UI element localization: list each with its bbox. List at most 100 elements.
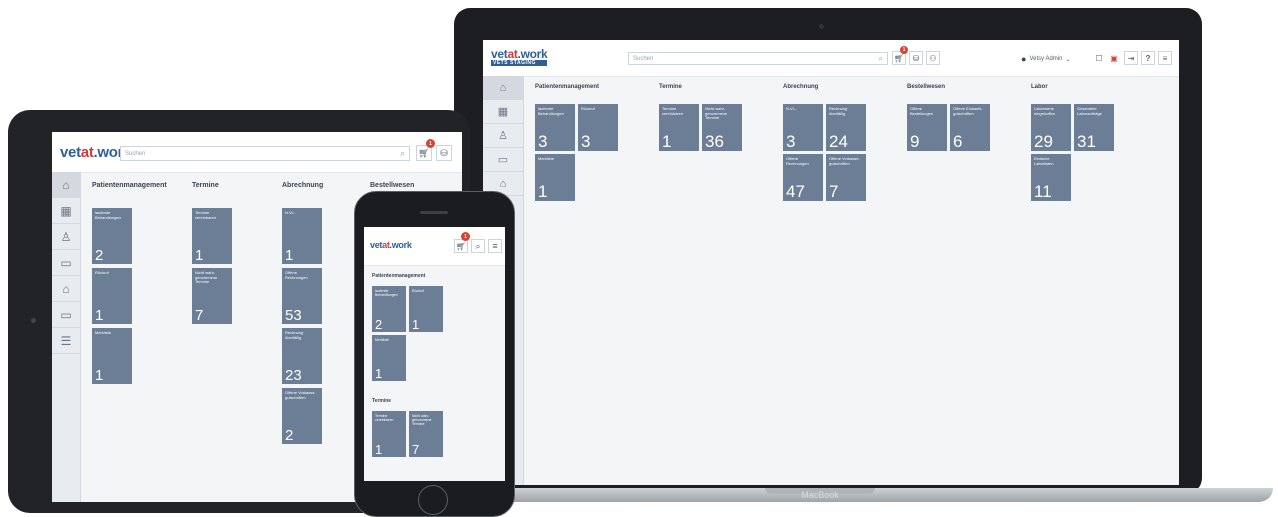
dashboard-tile[interactable]: Termine vereinbaren 1 xyxy=(659,104,699,151)
tile-label: Rückruf xyxy=(581,106,595,111)
users-icon: ♙ xyxy=(498,130,508,142)
laptop-menu-button[interactable]: ≡ xyxy=(1158,51,1172,65)
tile-label: laufende Behandlungen xyxy=(95,210,121,220)
dashboard-tile[interactable]: N.V.L. 1 xyxy=(282,208,322,264)
calendar-icon: ▦ xyxy=(60,203,72,218)
column-title: Bestellwesen xyxy=(907,84,946,90)
sidebar-item-users[interactable]: ♙ xyxy=(483,124,523,148)
laptop-dashboard: Patientenmanagement laufende Behandlungen… xyxy=(523,76,1179,485)
tile-label: Termine vereinbaren xyxy=(662,106,684,116)
tile-count: 1 xyxy=(285,247,294,264)
dashboard-tile[interactable]: Offene Bestellungen 9 xyxy=(907,104,947,151)
phone-search-button[interactable]: ⌕ xyxy=(471,239,485,253)
laptop-basket-button[interactable]: ⛁ xyxy=(909,51,923,65)
section-title: Patientenmanagement xyxy=(372,273,426,279)
phone-logo[interactable]: vetat.work xyxy=(370,240,412,250)
dashboard-tile[interactable]: Merkliste 1 xyxy=(535,154,575,201)
dashboard-tile[interactable]: Rechnung überfällig 23 xyxy=(282,328,322,384)
laptop-help-button[interactable]: ? xyxy=(1141,51,1155,65)
laptop-search-input[interactable]: Suchen ⌕ xyxy=(628,52,888,65)
tile-label: Termine vereinbaren xyxy=(375,414,394,423)
sidebar-item-folder[interactable]: ▭ xyxy=(52,302,80,328)
folder-icon: ▭ xyxy=(60,255,72,270)
laptop-notification-button[interactable]: ▣ xyxy=(1107,51,1121,65)
dashboard-tile[interactable]: laufende Behandlungen 3 xyxy=(535,104,575,151)
dashboard-tile[interactable]: Offene Rechnungen 47 xyxy=(783,154,823,201)
tablet-cart-button[interactable]: 🛒︎ 1 xyxy=(416,139,435,161)
search-icon[interactable]: ⌕ xyxy=(400,148,405,159)
tile-label: Offene Vorkasse-gutschriften xyxy=(829,156,860,166)
dashboard-tile[interactable]: Rückruf 1 xyxy=(409,286,443,332)
laptop-user-menu[interactable]: ● Vetsy Admin ⌄ xyxy=(1021,54,1071,64)
sidebar-item-folder[interactable]: ▭ xyxy=(52,250,80,276)
dashboard-tile[interactable]: Nicht wahr-genommene Termine 7 xyxy=(409,411,443,457)
tile-label: Offene Vorkasse-gutschriften xyxy=(285,390,316,400)
dashboard-tile[interactable]: Rückruf 3 xyxy=(578,104,618,151)
menu-icon: ≡ xyxy=(1162,53,1168,63)
sidebar-item-users[interactable]: ♙ xyxy=(52,224,80,250)
menu-icon: ≡ xyxy=(492,241,498,251)
laptop-user-add-button[interactable]: ⚇ xyxy=(926,51,940,65)
sidebar-item-house[interactable]: ⌂ xyxy=(52,276,80,302)
tablet-search-input[interactable]: Suchen ⌕ xyxy=(120,146,410,161)
laptop-logo[interactable]: vetat.work VETS STAGING xyxy=(491,47,548,66)
tile-count: 3 xyxy=(538,132,548,151)
tablet-header: vetat.work Suchen ⌕ 🛒︎ 1 ⛁ xyxy=(52,132,462,173)
dashboard-tile[interactable]: Rechnung überfällig 24 xyxy=(826,104,866,151)
dashboard-tile[interactable]: Offene Vorkasse-gutschriften 7 xyxy=(826,154,866,201)
dashboard-tile[interactable]: Termine vereinbaren 1 xyxy=(372,411,406,457)
dashboard-tile[interactable]: Laborwerte eingetroffen 29 xyxy=(1031,104,1071,151)
dashboard-tile[interactable]: Gesendete Laboraufträge 31 xyxy=(1074,104,1114,151)
tile-count: 29 xyxy=(1034,132,1053,151)
tablet-sidebar: ⌂ ▦ ♙ ▭ ⌂ ▭ ☰ xyxy=(52,172,81,502)
sidebar-item-home[interactable]: ⌂ xyxy=(483,76,523,100)
sidebar-item-calendar[interactable]: ▦ xyxy=(52,198,80,224)
dashboard-tile[interactable]: laufende Behandlungen 2 xyxy=(372,286,406,332)
tile-label: Gesendete Laboraufträge xyxy=(1077,106,1102,116)
home-icon: ⌂ xyxy=(499,81,507,94)
tile-count: 1 xyxy=(375,366,383,381)
basket-icon: ⛁ xyxy=(440,147,448,158)
laptop-device-label: MacBook xyxy=(801,490,839,500)
cart-icon: 🛒︎ xyxy=(455,241,467,251)
notification-icon: ▣ xyxy=(1110,53,1118,63)
tile-count: 11 xyxy=(1034,182,1052,201)
laptop-message-button[interactable]: ☐ xyxy=(1092,51,1106,65)
dashboard-tile[interactable]: Offene Rechnungen 53 xyxy=(282,268,322,324)
laptop-logout-button[interactable]: ⇥ xyxy=(1124,51,1138,65)
tile-label: Termine vereinbaren xyxy=(195,210,217,220)
dashboard-tile[interactable]: Merkliste 1 xyxy=(92,328,132,384)
folder-icon: ▭ xyxy=(497,154,509,166)
dashboard-tile[interactable]: Offene Einkaufs-gutschriften 6 xyxy=(950,104,990,151)
calendar-icon: ▦ xyxy=(497,106,509,118)
laptop-camera xyxy=(819,24,824,29)
folder-icon: ▭ xyxy=(60,307,72,322)
tile-count: 7 xyxy=(412,442,420,457)
logout-icon: ⇥ xyxy=(1127,53,1135,63)
column-title: Labor xyxy=(1031,84,1048,90)
tile-count: 7 xyxy=(195,307,204,324)
sidebar-item-home[interactable]: ⌂ xyxy=(52,172,80,198)
dashboard-tile[interactable]: Merkliste 1 xyxy=(372,335,406,381)
sidebar-item-list[interactable]: ☰ xyxy=(52,328,80,354)
laptop-cart-button[interactable]: 🛒︎ 1 xyxy=(892,46,908,65)
dashboard-tile[interactable]: Nicht wahr-genommene Termine 36 xyxy=(702,104,742,151)
search-icon[interactable]: ⌕ xyxy=(879,54,883,64)
column-title: Bestellwesen xyxy=(370,182,415,189)
phone-menu-button[interactable]: ≡ xyxy=(488,239,502,253)
sidebar-item-calendar[interactable]: ▦ xyxy=(483,100,523,124)
tile-count: 36 xyxy=(705,132,724,151)
dashboard-tile[interactable]: laufende Behandlungen 2 xyxy=(92,208,132,264)
dashboard-tile[interactable]: Nicht wahr-genommene Termine 7 xyxy=(192,268,232,324)
dashboard-tile[interactable]: Einfache Laborlisten 11 xyxy=(1031,154,1071,201)
dashboard-tile[interactable]: Rückruf 1 xyxy=(92,268,132,324)
sidebar-item-folder[interactable]: ▭ xyxy=(483,148,523,172)
tile-label: Offene Rechnungen xyxy=(786,156,809,166)
users-icon: ♙ xyxy=(60,229,72,244)
tablet-basket-button[interactable]: ⛁ xyxy=(436,145,452,161)
tile-label: Offene Bestellungen xyxy=(910,106,934,116)
dashboard-tile[interactable]: N.V.L. 3 xyxy=(783,104,823,151)
phone-cart-button[interactable]: 🛒︎ 1 xyxy=(454,232,470,253)
dashboard-tile[interactable]: Termine vereinbaren 1 xyxy=(192,208,232,264)
dashboard-tile[interactable]: Offene Vorkasse-gutschriften 2 xyxy=(282,388,322,444)
